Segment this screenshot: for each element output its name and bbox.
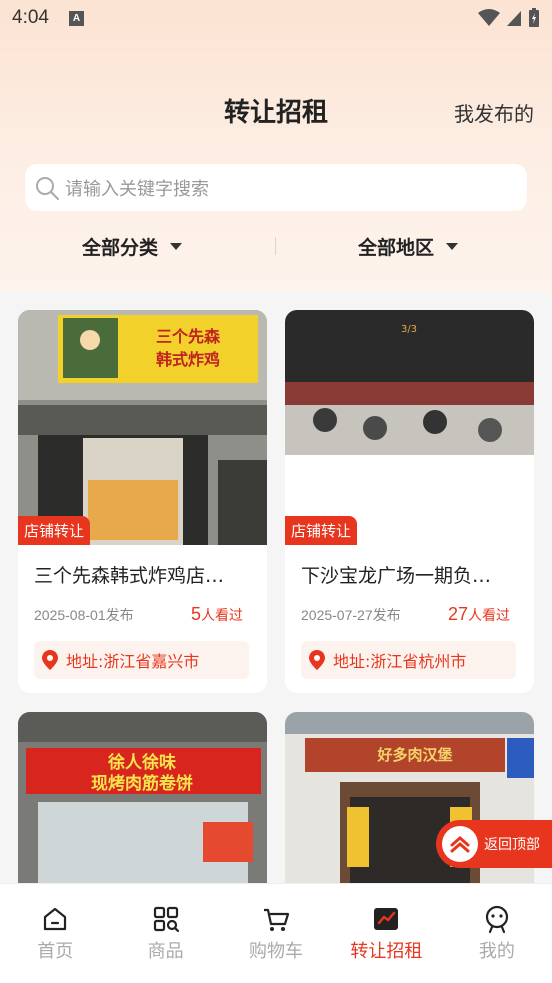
tab-home[interactable]: 首页 — [0, 884, 110, 983]
bottom-tab-bar: 首页 商品 购物车 转让招租 我的 — [0, 883, 552, 983]
category-filter-label: 全部分类 — [82, 236, 159, 259]
category-filter[interactable]: 全部分类 — [82, 226, 183, 266]
caret-down-icon — [170, 242, 183, 250]
svg-text:韩式炸鸡: 韩式炸鸡 — [156, 350, 220, 369]
search-placeholder: 请输入关键字搜索 — [65, 178, 209, 200]
listing-photo: 好多肉汉堡 — [285, 712, 534, 912]
wifi-icon — [478, 9, 500, 26]
listing-photo: 3/3 店铺转让 — [285, 310, 534, 545]
my-posts-link[interactable]: 我发布的 — [454, 98, 534, 127]
location-pin-icon — [42, 650, 58, 670]
notification-a-icon: A — [68, 10, 84, 26]
signal-icon — [507, 11, 521, 26]
home-icon — [44, 907, 67, 931]
listing-views-suffix: 人看过 — [468, 608, 510, 624]
listing-tag: 店铺转让 — [18, 516, 91, 545]
tab-label: 购物车 — [249, 941, 304, 962]
store-photo-burger: 好多肉汉堡 — [285, 712, 534, 912]
back-to-top-label: 返回顶部 — [484, 837, 540, 853]
store-photo-mall: 3/3 — [285, 310, 534, 545]
location-pin-icon — [309, 650, 325, 670]
caret-down-icon — [446, 242, 459, 250]
listing-card[interactable]: 徐人徐味 现烤肉筋卷饼 — [18, 712, 267, 912]
listing-tag: 店铺转让 — [285, 516, 358, 545]
battery-icon — [529, 8, 539, 27]
tab-transfer-rent[interactable]: 转让招租 — [331, 884, 441, 983]
grid-search-icon — [153, 906, 179, 933]
title-bar: 转让招租 我发布的 — [0, 80, 552, 140]
cart-icon — [264, 908, 290, 931]
status-icons — [478, 8, 540, 28]
listing-address-text: 地址:浙江省嘉兴市 — [66, 652, 200, 671]
listing-meta: 2025-08-01发布 5人看过 — [34, 604, 243, 625]
listing-card[interactable]: 好多肉汉堡 — [285, 712, 534, 912]
filter-divider — [275, 237, 276, 255]
tab-profile[interactable]: 我的 — [442, 884, 552, 983]
search-icon — [36, 176, 59, 200]
listing-card[interactable]: 三个先森 韩式炸鸡 店铺转让 三个先森韩式炸鸡店… 2025-08-01发布 5… — [18, 310, 267, 693]
listing-meta: 2025-07-27发布 27人看过 — [301, 604, 510, 625]
user-face-icon — [485, 905, 508, 934]
svg-text:徐人徐味: 徐人徐味 — [107, 752, 176, 773]
listing-card[interactable]: 3/3 店铺转让 下沙宝龙广场一期负… 2025-07-27发布 27人看过 地… — [285, 310, 534, 693]
tab-products[interactable]: 商品 — [110, 884, 220, 983]
region-filter[interactable]: 全部地区 — [358, 226, 459, 266]
tab-label: 首页 — [37, 941, 74, 962]
svg-text:现烤肉筋卷饼: 现烤肉筋卷饼 — [91, 773, 193, 794]
listing-views: 27人看过 — [448, 604, 510, 625]
tab-label: 商品 — [147, 941, 184, 962]
status-time: 4:04 — [12, 7, 49, 28]
listing-title: 三个先森韩式炸鸡店… — [34, 565, 225, 587]
svg-text:三个先森: 三个先森 — [156, 327, 221, 346]
back-to-top-button[interactable]: 返回顶部 — [436, 820, 552, 868]
tab-label: 我的 — [478, 941, 515, 962]
listing-address: 地址:浙江省嘉兴市 — [34, 641, 249, 679]
store-photo-chicken: 三个先森 韩式炸鸡 — [18, 310, 267, 545]
trend-chart-icon — [374, 908, 399, 930]
listing-address: 地址:浙江省杭州市 — [301, 641, 516, 679]
listing-address-text: 地址:浙江省杭州市 — [333, 652, 467, 671]
region-filter-label: 全部地区 — [358, 236, 435, 259]
listing-views-count: 27 — [447, 604, 468, 624]
filter-bar: 全部分类 全部地区 — [0, 226, 552, 266]
svg-text:3/3: 3/3 — [401, 324, 417, 335]
svg-text:好多肉汉堡: 好多肉汉堡 — [376, 746, 452, 764]
listing-views-count: 5 — [190, 604, 201, 624]
listing-date: 2025-07-27发布 — [301, 607, 401, 623]
listing-photo: 徐人徐味 现烤肉筋卷饼 — [18, 712, 267, 912]
listing-date: 2025-08-01发布 — [34, 607, 134, 623]
tab-cart[interactable]: 购物车 — [221, 884, 331, 983]
search-input[interactable]: 请输入关键字搜索 — [25, 164, 527, 211]
listing-photo: 三个先森 韩式炸鸡 店铺转让 — [18, 310, 267, 545]
listing-views: 5人看过 — [191, 604, 243, 625]
chevron-up-icon — [442, 826, 478, 862]
store-photo-kebab: 徐人徐味 现烤肉筋卷饼 — [18, 712, 267, 912]
listing-title: 下沙宝龙广场一期负… — [301, 565, 492, 587]
status-bar: 4:04 A — [0, 0, 552, 36]
listing-views-suffix: 人看过 — [201, 608, 243, 624]
tab-label: 转让招租 — [350, 941, 423, 962]
